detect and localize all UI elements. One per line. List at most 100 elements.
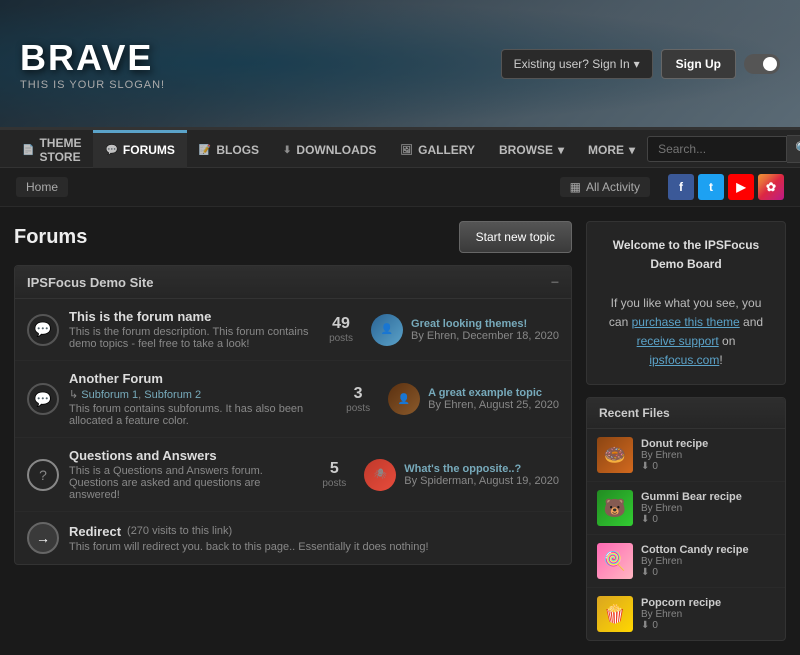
forum-name-3[interactable]: Questions and Answers [69,448,217,463]
collapse-group-button[interactable]: − [551,274,559,290]
instagram-icon[interactable]: ✿ [758,174,784,200]
gummi-count: ⬇ 0 [641,514,775,525]
all-activity-button[interactable]: ▦ All Activity [560,177,650,197]
header-actions: Existing user? Sign In Sign Up [501,49,780,79]
forum-info-4: Redirect (270 visits to this link) This … [69,524,559,553]
nav-label-gallery: GALLERY [418,143,475,157]
donut-count-icon: ⬇ [641,461,649,472]
main-content: Forums Start new topic IPSFocus Demo Sit… [0,207,800,655]
forums-icon: 💬 [105,145,117,156]
cotton-title[interactable]: Cotton Candy recipe [641,544,775,556]
activity-label: All Activity [586,180,640,194]
search-input[interactable] [647,136,787,162]
popcorn-count-icon: ⬇ [641,620,649,631]
donut-count: ⬇ 0 [641,461,775,472]
forum-last-title-3[interactable]: What's the opposite..? [404,463,521,475]
forum-group-header: IPSFocus Demo Site − [15,266,571,299]
recent-file-donut: 🍩 Donut recipe By Ehren ⬇ 0 [587,429,785,482]
popcorn-thumb: 🍿 [597,596,633,632]
cotton-info: Cotton Candy recipe By Ehren ⬇ 0 [641,544,775,578]
nav-item-gallery[interactable]: 🖼 GALLERY [388,130,487,168]
forum-desc-1: This is the forum description. This foru… [69,326,311,350]
recent-files-box: Recent Files 🍩 Donut recipe By Ehren ⬇ 0… [586,397,786,641]
nav-item-theme-store[interactable]: 📄 THEME STORE [10,130,93,168]
cotton-author: By Ehren [641,556,775,567]
nav-item-browse[interactable]: BROWSE ▾ [487,130,576,168]
forum-last-info-1: Great looking themes! By Ehren, December… [411,318,559,342]
forum-last-info-3: What's the opposite..? By Spiderman, Aug… [404,463,559,487]
nav-label-downloads: DOWNLOADS [296,143,376,157]
forum-posts-count-3: 5 [314,460,354,478]
forum-last-title-1[interactable]: Great looking themes! [411,318,527,330]
downloads-icon: ⬇ [283,145,291,156]
activity-icon: ▦ [570,180,581,194]
gummi-thumb: 🐻 [597,490,633,526]
dark-mode-toggle[interactable] [744,54,780,74]
facebook-icon[interactable]: f [668,174,694,200]
donut-author: By Ehren [641,450,775,461]
nav-item-forums[interactable]: 💬 FORUMS [93,130,186,168]
popcorn-title[interactable]: Popcorn recipe [641,597,775,609]
nav-item-downloads[interactable]: ⬇ DOWNLOADS [271,130,388,168]
avatar-img-2: 👤 [388,383,420,415]
forum-icon-2: 💬 [27,383,59,415]
forum-last-by-2: By Ehren, August 25, 2020 [428,399,559,411]
forum-last-title-2[interactable]: A great example topic [428,387,542,399]
forums-header: Forums Start new topic [14,221,572,253]
twitter-icon[interactable]: t [698,174,724,200]
forum-last-post-1: 👤 Great looking themes! By Ehren, Decemb… [371,314,559,346]
gummi-author: By Ehren [641,503,775,514]
support-on-text: on [722,334,735,348]
sign-up-button[interactable]: Sign Up [661,49,736,79]
cotton-thumb: 🍭 [597,543,633,579]
forum-last-post-3: 🕷 What's the opposite..? By Spiderman, A… [364,459,559,491]
donut-title[interactable]: Donut recipe [641,438,775,450]
site-header: BRAVE THIS IS YOUR SLOGAN! Existing user… [0,0,800,130]
more-chevron-icon: ▾ [629,143,635,157]
theme-store-icon: 📄 [22,145,34,156]
sidebar: Welcome to the IPSFocus Demo Board If yo… [586,221,786,641]
avatar-img-1: 👤 [371,314,403,346]
support-link[interactable]: receive support [637,334,719,348]
gummi-count-icon: ⬇ [641,514,649,525]
forum-posts-count-1: 49 [321,315,361,333]
breadcrumb-home[interactable]: Home [16,177,68,197]
nav-item-more[interactable]: MORE ▾ [576,130,647,168]
youtube-icon[interactable]: ▶ [728,174,754,200]
forum-info-2: Another Forum ↳ Subforum 1, Subforum 2 T… [69,371,328,427]
social-icons-bar: f t ▶ ✿ [668,174,784,200]
forum-icon-4: → [27,522,59,554]
cotton-count-icon: ⬇ [641,567,649,578]
main-nav: 📄 THEME STORE 💬 FORUMS 📝 BLOGS ⬇ DOWNLOA… [0,130,800,168]
search-area: 🔍 [647,135,800,163]
forum-redirect-label: (270 visits to this link) [127,525,232,537]
subforum-link-2[interactable]: Subforum 2 [144,389,201,401]
recent-file-gummi: 🐻 Gummi Bear recipe By Ehren ⬇ 0 [587,482,785,535]
sign-in-button[interactable]: Existing user? Sign In [501,49,653,79]
forum-posts-label-2: posts [338,403,378,414]
subforum-link-1[interactable]: Subforum 1 [81,389,138,401]
forum-name-2[interactable]: Another Forum [69,371,163,386]
forum-group-ipsfocus: IPSFocus Demo Site − 💬 This is the forum… [14,265,572,565]
start-topic-button[interactable]: Start new topic [459,221,572,253]
purchase-link[interactable]: purchase this theme [632,315,740,329]
gummi-title[interactable]: Gummi Bear recipe [641,491,775,503]
forum-desc-4: This forum will redirect you. back to th… [69,541,559,553]
cotton-count: ⬇ 0 [641,567,775,578]
forum-row-2: 💬 Another Forum ↳ Subforum 1, Subforum 2… [15,361,571,438]
forum-last-avatar-2: 👤 [388,383,420,415]
recent-file-cotton: 🍭 Cotton Candy recipe By Ehren ⬇ 0 [587,535,785,588]
nav-item-blogs[interactable]: 📝 BLOGS [187,130,271,168]
forum-posts-2: 3 posts [338,385,378,414]
forum-posts-1: 49 posts [321,315,361,344]
forum-last-by-1: By Ehren, December 18, 2020 [411,330,559,342]
nav-label-theme-store: THEME STORE [39,136,81,164]
site-link[interactable]: ipsfocus.com [649,353,719,367]
forum-last-avatar-3: 🕷 [364,459,396,491]
forum-name-4[interactable]: Redirect [69,524,121,539]
forum-name-1[interactable]: This is the forum name [69,309,211,324]
gummi-info: Gummi Bear recipe By Ehren ⬇ 0 [641,491,775,525]
search-button[interactable]: 🔍 [787,135,800,163]
forums-title: Forums [14,226,87,249]
nav-label-browse: BROWSE [499,143,553,157]
